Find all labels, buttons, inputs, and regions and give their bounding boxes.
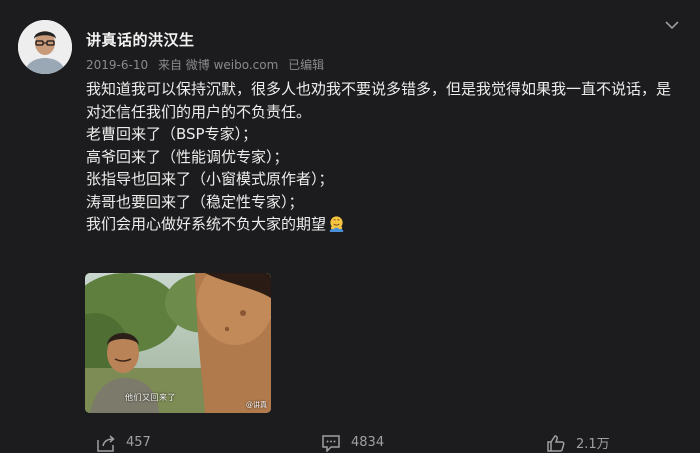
post-line: 我知道我可以保持沉默，很多人也劝我不要说多错多，但是我觉得如果我一直不说话，是对… [86, 80, 672, 121]
post-line: 涛哥也要回来了（稳定性专家）； [86, 192, 304, 211]
movie-still-image [85, 273, 271, 413]
post-line: 高爷回来了（性能调优专家）； [86, 147, 289, 166]
post-content: 我知道我可以保持沉默，很多人也劝我不要说多错多，但是我觉得如果我一直不说话，是对… [86, 78, 680, 236]
image-watermark: @讲真 [246, 401, 267, 409]
post-source: 来自 微博 weibo.com [157, 58, 279, 72]
edited-label[interactable]: 已编辑 [288, 58, 324, 72]
author-name[interactable]: 讲真话的洪汉生 [86, 29, 195, 50]
comment-count: 4834 [351, 435, 385, 450]
post-meta: 2019-6-10 来自 微博 weibo.com 已编辑 [86, 56, 330, 73]
post-date[interactable]: 2019-6-10 [86, 58, 148, 72]
avatar[interactable] [18, 20, 72, 74]
thumbs-up-icon [547, 434, 565, 452]
post-line-last: 我们会用心做好系统不负大家的期望 [86, 213, 680, 236]
action-bar: 457 4834 2.1万 [0, 432, 700, 453]
repost-count: 457 [126, 435, 151, 450]
hug-emoji-icon [329, 216, 344, 232]
share-icon [97, 434, 115, 452]
post-line: 张指导也回来了（小窗模式原作者）； [86, 170, 334, 188]
chevron-down-icon[interactable] [664, 16, 680, 30]
repost-button[interactable]: 457 [96, 432, 151, 453]
post-line: 老曹回来了（BSP专家）； [86, 125, 258, 143]
avatar-image [18, 20, 72, 74]
like-count: 2.1万 [576, 437, 610, 452]
weibo-post-card: 讲真话的洪汉生 2019-6-10 来自 微博 weibo.com 已编辑 我知… [0, 0, 700, 453]
like-button[interactable]: 2.1万 [546, 432, 610, 453]
comment-button[interactable]: 4834 [321, 432, 384, 453]
comment-icon [322, 434, 340, 452]
post-image[interactable]: 他们又回来了 @讲真 [85, 273, 271, 413]
post-line: 我们会用心做好系统不负大家的期望 [86, 215, 327, 233]
image-subtitle: 他们又回来了 [125, 393, 176, 402]
